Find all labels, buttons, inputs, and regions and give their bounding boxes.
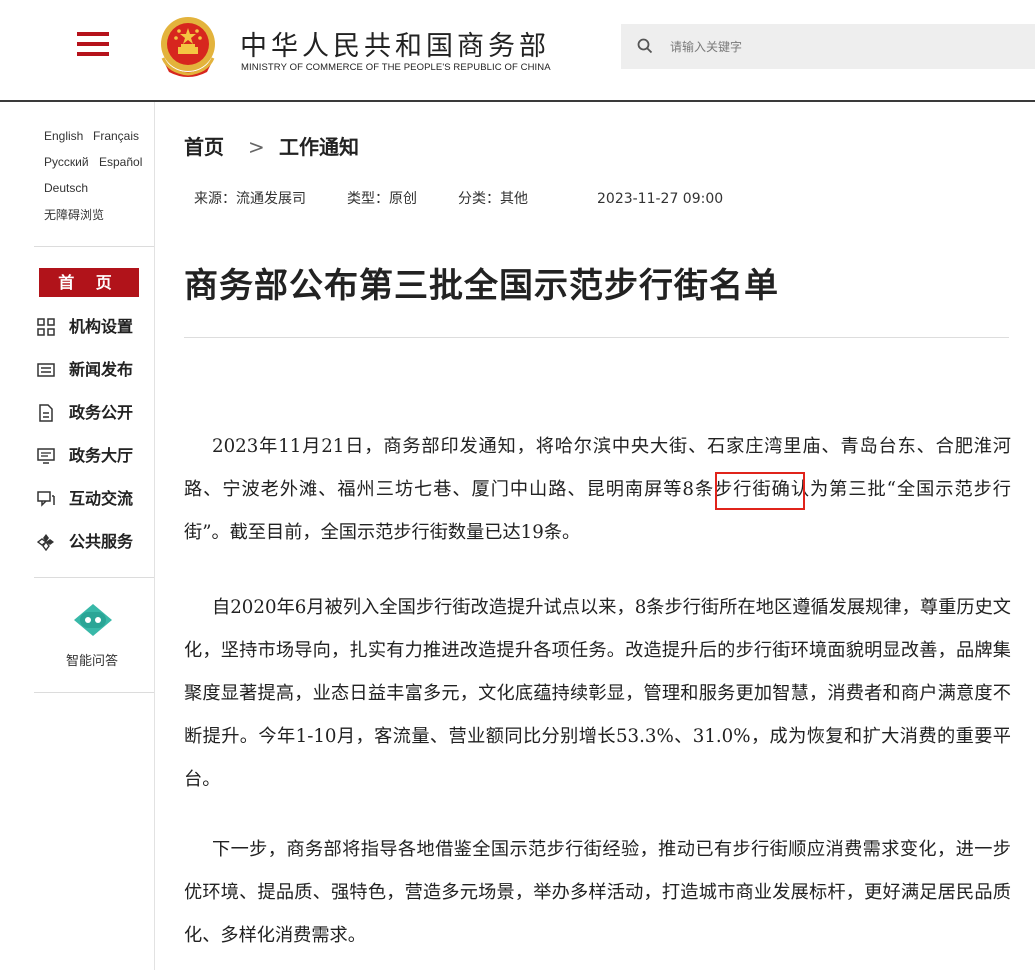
sidebar-item-label: 新闻发布 (69, 360, 134, 379)
language-english-link[interactable]: English (44, 129, 83, 143)
article-category: 分类：其他 (458, 191, 528, 207)
document-icon (39, 404, 53, 422)
header-divider (0, 100, 1035, 102)
article-paragraph-2: 自2020年6月被列入全国步行街改造提升试点以来，8条步行街所在地区遵循发展规律… (184, 597, 1011, 790)
article-paragraph-3: 下一步，商务部将指导各地借鉴全国示范步行街经验，推动已有步行街顺应消费需求变化，… (184, 839, 1011, 946)
highlighted-text: 昆明南屏 (586, 479, 664, 500)
sidebar-item-label: 政务公开 (69, 403, 134, 422)
site-title-english: MINISTRY OF COMMERCE OF THE PEOPLE'S REP… (241, 62, 551, 73)
language-russian-link[interactable]: Русский (44, 155, 89, 169)
org-grid-icon (37, 318, 55, 336)
search-input[interactable] (668, 33, 1012, 61)
sidebar-item-label: 公共服务 (69, 532, 134, 551)
breadcrumb-separator: > (248, 135, 265, 159)
title-divider (184, 337, 1009, 338)
language-french-link[interactable]: Français (93, 129, 139, 143)
article-title: 商务部公布第三批全国示范步行街名单 (184, 266, 779, 306)
article-paragraph-1: 2023年11月21日，商务部印发通知，将哈尔滨中央大街、石家庄湾里庙、青岛台东… (184, 425, 1011, 554)
news-icon (37, 363, 55, 377)
language-spanish-link[interactable]: Español (99, 155, 142, 169)
breadcrumb-current[interactable]: 工作通知 (279, 131, 359, 163)
article-datetime: 2023-11-27 09:00 (597, 191, 724, 207)
robot-icon[interactable] (62, 600, 124, 640)
sidebar-item-label: 互动交流 (69, 489, 134, 508)
language-german-link[interactable]: Deutsch (44, 181, 88, 195)
site-header: 中华人民共和国商务部 MINISTRY OF COMMERCE OF THE P… (0, 0, 1035, 101)
search-icon[interactable] (637, 38, 653, 54)
smart-qa-label[interactable]: 智能问答 (66, 650, 118, 669)
sidebar-divider (34, 692, 154, 693)
article-type: 类型：原创 (347, 191, 417, 207)
sidebar-item-label: 机构设置 (69, 317, 134, 336)
site-title[interactable]: 中华人民共和国商务部 (240, 24, 550, 63)
hall-monitor-icon (37, 448, 55, 464)
sidebar-home-button[interactable]: 首 页 (39, 268, 139, 297)
article-source: 来源：流通发展司 (194, 191, 306, 207)
sidebar-item-label: 政务大厅 (69, 446, 134, 465)
hamburger-menu-icon[interactable] (77, 30, 109, 58)
sidebar-divider (34, 577, 154, 578)
national-emblem-icon[interactable] (157, 14, 219, 80)
breadcrumb-home-link[interactable]: 首页 (184, 131, 224, 163)
service-icon (37, 534, 54, 551)
chat-icon (37, 491, 55, 507)
accessibility-link[interactable]: 无障碍浏览 (44, 206, 104, 223)
sidebar-divider (34, 246, 154, 247)
